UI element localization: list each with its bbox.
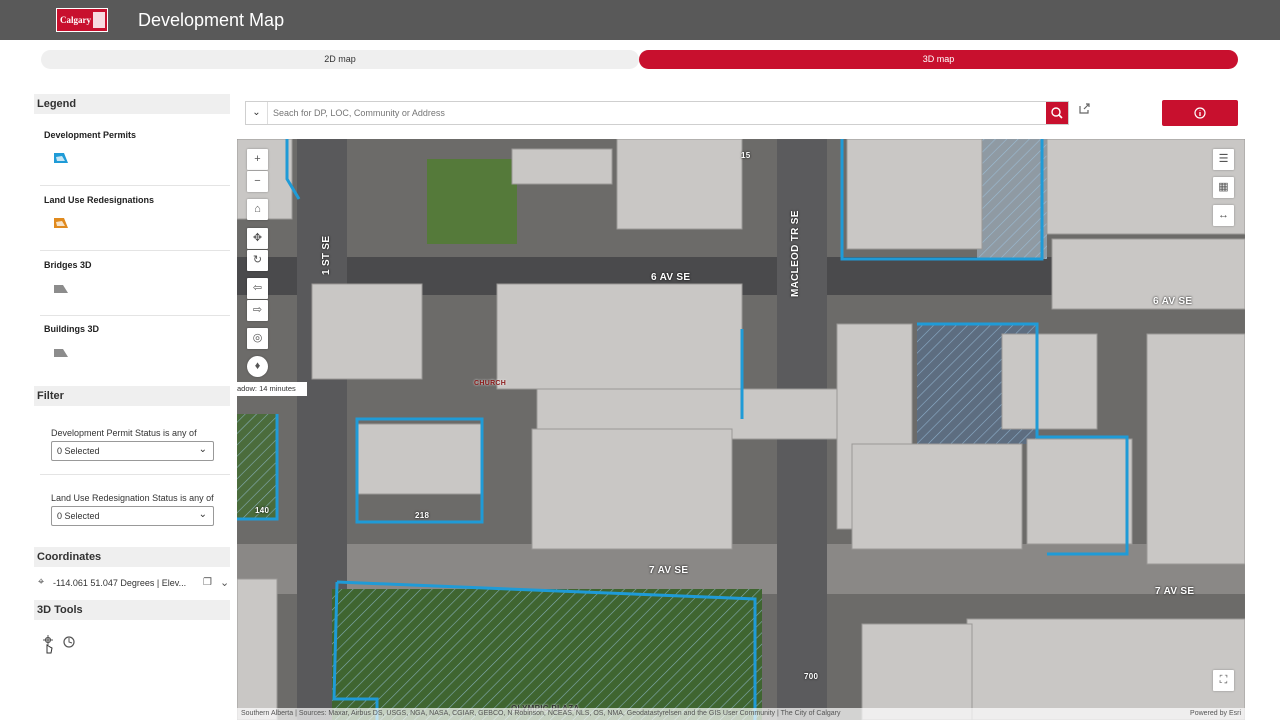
search-input[interactable] [273, 105, 1043, 121]
line-of-sight-tool-icon[interactable] [42, 635, 56, 655]
attribution-text: Southern Alberta | Sources: Maxar, Airbu… [241, 710, 841, 717]
layers-button[interactable]: ☰ [1213, 149, 1234, 170]
fullscreen-icon: ⛶ [1219, 674, 1228, 686]
chevron-down-icon: ⌄ [198, 444, 207, 455]
compass-icon: ♦ [254, 360, 261, 372]
arrow-right-icon: ⇨ [252, 304, 263, 316]
map-view[interactable]: 6 AV SE 6 AV SE 7 AV SE 7 AV SE 1 ST SE … [237, 139, 1245, 720]
chevron-down-icon: ⌄ [252, 107, 261, 118]
measure-icon: ↔ [1218, 209, 1229, 221]
lur-status-label: Land Use Redesignation Status is any of [51, 493, 214, 503]
street-label: 1 ST SE [321, 235, 332, 275]
logo-text: Calgary [60, 15, 91, 25]
tab-2d-map[interactable]: 2D map [41, 50, 639, 69]
address-label: 15 [741, 151, 751, 160]
arrow-left-icon: ⇦ [252, 282, 263, 294]
chevron-down-icon: ⌄ [198, 509, 207, 520]
search-bar: ⌄ [245, 101, 1069, 125]
home-button[interactable]: ⌂ [247, 199, 268, 220]
street-label: 7 AV SE [649, 565, 689, 576]
church-label: CHURCH [474, 380, 507, 387]
legend-item-lur-label: Land Use Redesignations [44, 195, 155, 205]
street-label: 6 AV SE [1153, 296, 1193, 307]
calgary-logo[interactable]: Calgary [56, 8, 108, 32]
filter-heading: Filter [34, 386, 230, 406]
bridge-symbol-icon [54, 285, 68, 293]
search-button[interactable] [1046, 102, 1068, 124]
address-label: 140 [255, 506, 270, 515]
legend-item-dp-label: Development Permits [44, 130, 137, 140]
coordinates-text: -114.061 51.047 Degrees | Elev... [53, 578, 187, 588]
legend-item-bridges-label: Bridges 3D [44, 260, 92, 270]
share-icon[interactable] [1078, 101, 1092, 115]
daylight-tool-icon[interactable] [63, 636, 75, 648]
next-view-button[interactable]: ⇨ [247, 300, 268, 321]
lur-status-select[interactable]: 0 Selected ⌄ [51, 506, 214, 526]
3d-tools-heading: 3D Tools [34, 600, 230, 620]
layers-icon: ☰ [1218, 153, 1229, 165]
info-icon [1194, 107, 1206, 119]
lur-status-value: 0 Selected [57, 511, 100, 521]
shadow-tooltip: adow: 14 minutes [237, 382, 307, 396]
dp-status-select[interactable]: 0 Selected ⌄ [51, 441, 214, 461]
coordinates-heading: Coordinates [34, 547, 230, 567]
search-source-dropdown[interactable]: ⌄ [246, 102, 268, 124]
zoom-in-button[interactable]: + [247, 149, 268, 170]
locate-icon: ◎ [252, 332, 263, 344]
tab-3d-map[interactable]: 3D map [639, 50, 1238, 69]
street-label: 7 AV SE [1155, 586, 1195, 597]
search-icon [1051, 107, 1063, 119]
zoom-out-button[interactable]: − [247, 171, 268, 192]
street-label: 6 AV SE [651, 272, 691, 283]
legend-item-buildings-label: Buildings 3D [44, 324, 100, 334]
map-attribution: Southern Alberta | Sources: Maxar, Airbu… [237, 708, 1245, 720]
address-label: 700 [804, 672, 819, 681]
pan-button[interactable]: ✥ [247, 228, 268, 249]
dp-symbol-icon [54, 153, 68, 163]
legend-heading: Legend [34, 94, 230, 114]
app-header: Calgary Development Map [0, 0, 1280, 40]
crosshair-icon: ⌖ [38, 576, 45, 588]
building-symbol-icon [54, 349, 68, 357]
app-title: Development Map [138, 10, 285, 30]
grid-icon: ▦ [1218, 181, 1229, 193]
chevron-down-icon[interactable]: ⌄ [220, 576, 229, 589]
home-icon: ⌂ [254, 203, 261, 215]
previous-view-button[interactable]: ⇦ [247, 278, 268, 299]
dp-status-value: 0 Selected [57, 446, 100, 456]
move-icon: ✥ [252, 232, 263, 244]
scene-3d-canvas[interactable] [237, 139, 1245, 720]
dp-status-label: Development Permit Status is any of [51, 428, 197, 438]
address-label: 218 [415, 511, 430, 520]
rotate-icon: ↻ [252, 254, 263, 266]
sidebar: Legend Development Permits Land Use Rede… [30, 90, 231, 720]
measure-button[interactable]: ↔ [1213, 205, 1234, 226]
copy-icon[interactable]: ❐ [203, 577, 212, 588]
street-label: MACLEOD TR SE [790, 210, 801, 297]
compass-button[interactable]: ♦ [247, 356, 268, 377]
fullscreen-button[interactable]: ⛶ [1213, 670, 1234, 691]
locate-button[interactable]: ◎ [247, 328, 268, 349]
lur-symbol-icon [54, 218, 68, 228]
basemap-gallery-button[interactable]: ▦ [1213, 177, 1234, 198]
coordinates-readout[interactable]: ⌖ -114.061 51.047 Degrees | Elev... ❐ ⌄ [35, 576, 231, 592]
powered-by-esri[interactable]: Powered by Esri [1190, 710, 1241, 717]
info-button[interactable] [1162, 100, 1238, 126]
rotate-button[interactable]: ↻ [247, 250, 268, 271]
